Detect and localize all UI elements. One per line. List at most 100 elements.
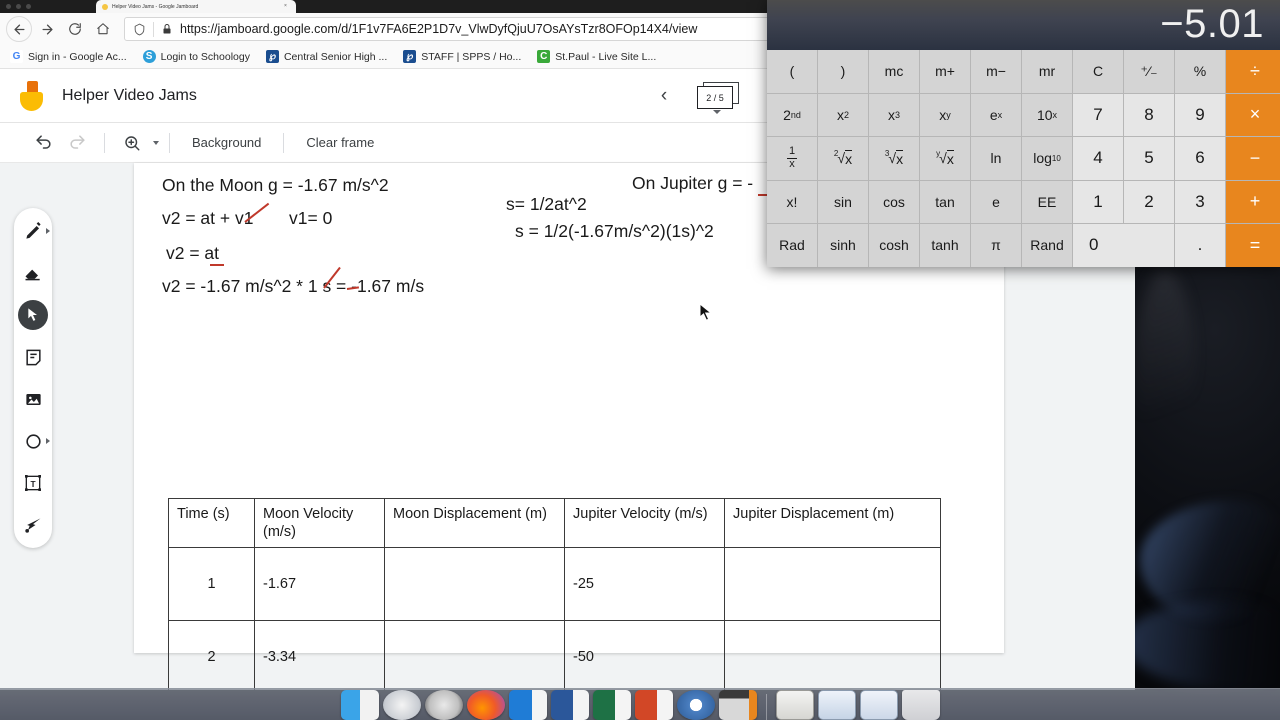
calc-key-x-squared[interactable]: x2: [818, 93, 868, 136]
sidebar-item-image[interactable]: [18, 384, 48, 414]
chevron-down-icon[interactable]: [713, 110, 721, 114]
bookmark-item[interactable]: C St.Paul - Live Site L...: [537, 50, 656, 63]
reload-button-icon[interactable]: [62, 16, 88, 42]
calc-key-ee[interactable]: EE: [1022, 180, 1072, 223]
shape-submenu-icon[interactable]: [46, 438, 50, 444]
dock-item-document-3[interactable]: [859, 690, 898, 720]
calc-key-reciprocal[interactable]: 1x: [767, 137, 817, 180]
calc-key-ten-to-x[interactable]: 10 x: [1022, 93, 1072, 136]
calc-key-cube-root[interactable]: 3 √ x: [869, 137, 919, 180]
canvas-note-jupiter-g: On Jupiter g = -: [632, 173, 754, 193]
calc-key-mc[interactable]: mc: [869, 50, 919, 93]
frame-counter[interactable]: 2 / 5: [697, 82, 741, 114]
calc-key-tan[interactable]: tan: [920, 180, 970, 223]
sidebar-item-shape[interactable]: [18, 426, 50, 456]
calc-key-subtract[interactable]: −: [1226, 137, 1280, 180]
calc-key-sign-toggle[interactable]: ⁺⁄₋: [1124, 50, 1174, 93]
calc-key-1[interactable]: 1: [1073, 180, 1123, 223]
mouse-cursor-icon: [699, 302, 713, 328]
calc-key-ln[interactable]: ln: [971, 137, 1021, 180]
calc-key-m-plus[interactable]: m+: [920, 50, 970, 93]
calc-key-log10[interactable]: log 10: [1022, 137, 1072, 180]
calc-key-3[interactable]: 3: [1175, 180, 1225, 223]
calc-key-second[interactable]: 2nd: [767, 93, 817, 136]
zoom-dropdown-icon[interactable]: [153, 140, 159, 145]
clear-frame-button[interactable]: Clear frame: [294, 135, 386, 150]
calc-key-4[interactable]: 4: [1073, 137, 1123, 180]
sidebar-item-text-box[interactable]: T: [18, 468, 48, 498]
dock-item-firefox[interactable]: [466, 690, 505, 720]
calc-key-e[interactable]: e: [971, 180, 1021, 223]
previous-frame-button[interactable]: ‹: [653, 85, 675, 107]
bookmark-item[interactable]: ℘ Central Senior High ...: [265, 50, 387, 63]
dock-item-onenote[interactable]: [508, 690, 547, 720]
calc-key-5[interactable]: 5: [1124, 137, 1174, 180]
calc-key-add[interactable]: +: [1226, 180, 1280, 223]
dock-item-document-1[interactable]: [775, 690, 814, 720]
window-controls[interactable]: [6, 4, 31, 9]
calc-key-sinh[interactable]: sinh: [818, 224, 868, 267]
bookmark-item[interactable]: S Login to Schoology: [142, 50, 250, 63]
close-window-button[interactable]: [6, 4, 11, 9]
calc-key-sin[interactable]: sin: [818, 180, 868, 223]
sidebar-item-sticky-note[interactable]: [18, 342, 48, 372]
calc-key-cosh[interactable]: cosh: [869, 224, 919, 267]
dock-item-calculator[interactable]: [718, 690, 757, 720]
calc-key-square-root[interactable]: 2 √ x: [818, 137, 868, 180]
physics-data-table: Time (s) Moon Velocity (m/s) Moon Displa…: [168, 497, 941, 690]
dock-item-safari[interactable]: [382, 690, 421, 720]
tab-close-icon[interactable]: ×: [284, 4, 288, 9]
back-button-icon[interactable]: [6, 16, 32, 42]
bookmark-item[interactable]: G Sign in - Google Ac...: [10, 50, 127, 63]
pen-submenu-icon[interactable]: [46, 228, 50, 234]
calc-key-multiply[interactable]: ×: [1226, 93, 1280, 136]
browser-tab-active[interactable]: Helper Video Jams - Google Jamboard ×: [96, 0, 296, 13]
sidebar-item-pen[interactable]: [18, 216, 50, 246]
dock-item-document-2[interactable]: [817, 690, 856, 720]
calc-key-tanh[interactable]: tanh: [920, 224, 970, 267]
dock-item-word[interactable]: [550, 690, 589, 720]
dock-item-chrome[interactable]: [676, 690, 715, 720]
dock-item-compass[interactable]: [424, 690, 463, 720]
calc-key-rad[interactable]: Rad: [767, 224, 817, 267]
calc-key-e-to-x[interactable]: ex: [971, 93, 1021, 136]
calc-key-6[interactable]: 6: [1175, 137, 1225, 180]
calc-key-divide[interactable]: ÷: [1226, 50, 1280, 93]
sidebar-item-laser[interactable]: [18, 510, 48, 540]
dock-item-finder[interactable]: [340, 690, 379, 720]
background-button[interactable]: Background: [180, 135, 273, 150]
calc-key-open-paren[interactable]: (: [767, 50, 817, 93]
calc-key-9[interactable]: 9: [1175, 93, 1225, 136]
calc-key-7[interactable]: 7: [1073, 93, 1123, 136]
forward-button-icon[interactable]: [34, 16, 60, 42]
calc-key-factorial[interactable]: x!: [767, 180, 817, 223]
sidebar-item-eraser[interactable]: [18, 258, 48, 288]
calc-key-pi[interactable]: π: [971, 224, 1021, 267]
minimize-window-button[interactable]: [16, 4, 21, 9]
dock-item-excel[interactable]: [592, 690, 631, 720]
dock-item-trash[interactable]: [901, 690, 940, 720]
home-button-icon[interactable]: [90, 16, 116, 42]
zoom-icon[interactable]: [115, 126, 149, 160]
bookmark-item[interactable]: ℘ STAFF | SPPS / Ho...: [403, 50, 521, 63]
calc-key-x-cubed[interactable]: x3: [869, 93, 919, 136]
calc-key-close-paren[interactable]: ): [818, 50, 868, 93]
calc-key-decimal[interactable]: .: [1175, 224, 1225, 267]
calc-key-cos[interactable]: cos: [869, 180, 919, 223]
calc-key-0[interactable]: 0: [1073, 224, 1174, 267]
calc-key-equals[interactable]: =: [1226, 224, 1280, 267]
sidebar-item-select[interactable]: [18, 300, 48, 330]
calc-key-mr[interactable]: mr: [1022, 50, 1072, 93]
calc-key-rand[interactable]: Rand: [1022, 224, 1072, 267]
dock-item-powerpoint[interactable]: [634, 690, 673, 720]
undo-icon[interactable]: [26, 126, 60, 160]
calc-key-percent[interactable]: %: [1175, 50, 1225, 93]
calc-key-clear[interactable]: C: [1073, 50, 1123, 93]
maximize-window-button[interactable]: [26, 4, 31, 9]
calc-key-x-to-y[interactable]: xy: [920, 93, 970, 136]
calc-key-8[interactable]: 8: [1124, 93, 1174, 136]
calc-key-y-root[interactable]: y √ x: [920, 137, 970, 180]
calc-key-m-minus[interactable]: m−: [971, 50, 1021, 93]
calc-key-2[interactable]: 2: [1124, 180, 1174, 223]
redo-icon[interactable]: [60, 126, 94, 160]
